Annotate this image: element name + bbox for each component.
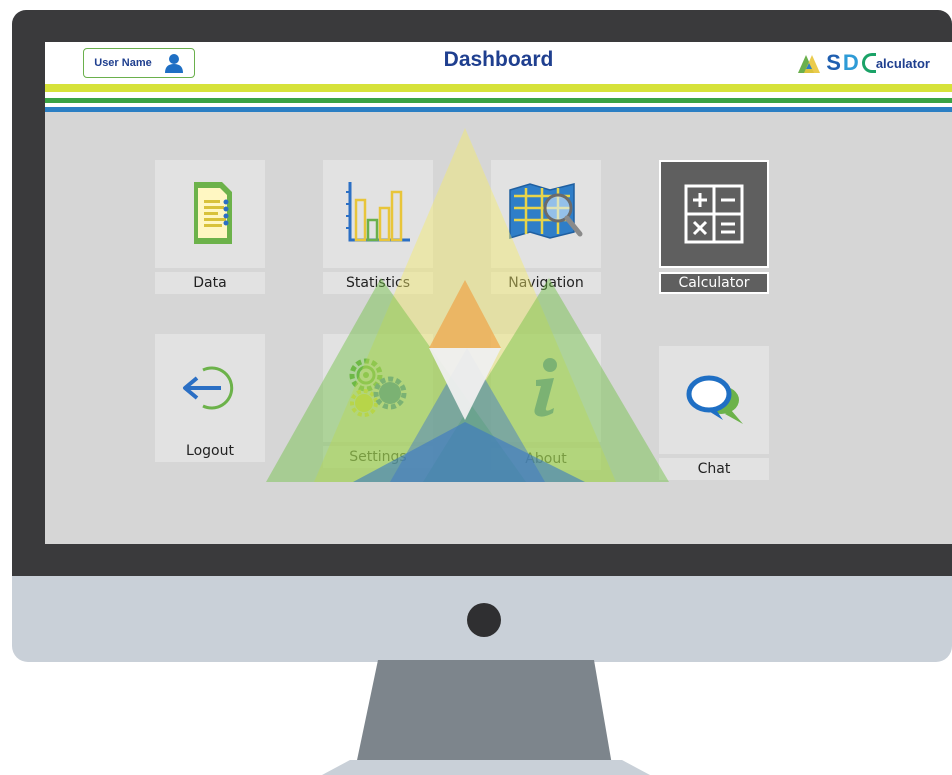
brand-logo: S D alculator — [798, 50, 930, 76]
map-search-icon — [509, 183, 583, 240]
tile-about-image — [491, 334, 601, 442]
tile-chat-label: Chat — [659, 458, 769, 480]
gears-icon — [349, 358, 407, 417]
header-stripe-yellow — [45, 84, 952, 92]
brand-letter-d: D — [842, 50, 859, 75]
tile-navigation-image — [491, 160, 601, 268]
app-screen: User Name Dashboard S D alculator Data S… — [45, 42, 952, 544]
brand-suffix: alculator — [875, 55, 930, 71]
tile-logout-image — [155, 334, 265, 442]
tile-data-image — [155, 160, 265, 268]
calculator-icon — [684, 184, 744, 244]
chat-bubbles-icon — [686, 375, 743, 424]
tile-statistics-label: Statistics — [323, 272, 433, 294]
brand-c-glyph — [861, 53, 876, 73]
brand-letter-s: S — [826, 50, 841, 75]
monitor-stand — [322, 660, 650, 775]
tile-navigation-label: Navigation — [491, 272, 601, 294]
header-stripe-blue — [45, 107, 952, 112]
tile-settings-label: Settings — [323, 446, 433, 468]
monitor-button-dot — [467, 603, 501, 637]
bar-chart-icon — [346, 182, 410, 242]
tile-settings-image — [323, 334, 433, 442]
info-icon — [534, 358, 557, 417]
document-chart-icon — [194, 182, 232, 244]
tile-calculator-image — [659, 160, 769, 268]
pyramid-logo-icon — [798, 55, 821, 73]
tile-about-label: About — [491, 448, 601, 470]
tile-logout-label: Logout — [155, 440, 265, 462]
app-header: User Name Dashboard S D alculator — [45, 42, 952, 84]
tile-calculator-label: Calculator — [659, 272, 769, 294]
logout-arrow-icon — [183, 366, 234, 410]
tile-statistics-image — [323, 160, 433, 268]
tile-data-label: Data — [155, 272, 265, 294]
tile-chat-image — [659, 346, 769, 454]
